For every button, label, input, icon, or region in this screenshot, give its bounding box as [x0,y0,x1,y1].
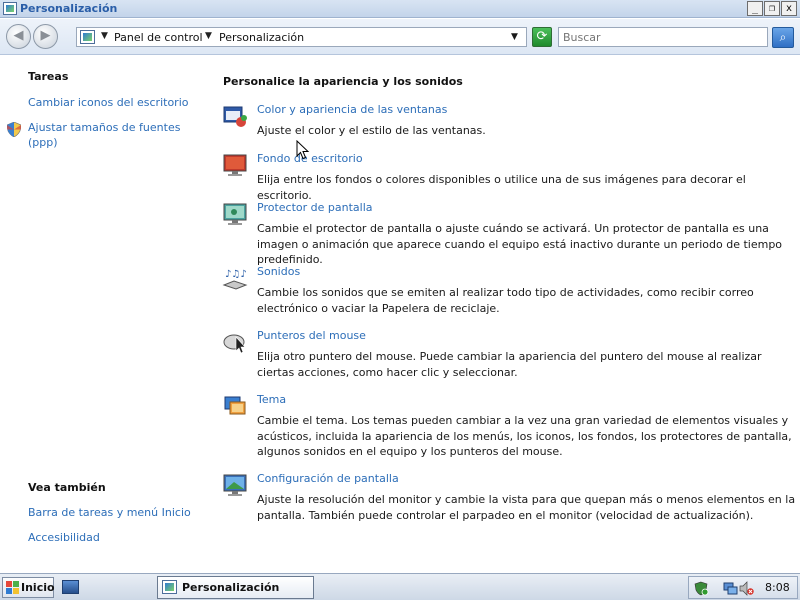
personalization-icon [162,580,177,594]
taskbar-start-menu-link[interactable]: Barra de tareas y menú Inicio [28,505,208,520]
search-button[interactable]: ⌕ [772,27,794,48]
close-button[interactable]: x [781,1,797,16]
system-tray: 8:08 [688,576,798,599]
mouse-pointers-link[interactable]: Punteros del mouse [257,329,366,342]
see-also-heading: Vea también [28,481,106,494]
svg-text:♪♫♪: ♪♫♪ [225,269,247,280]
mouse-pointer-icon [223,334,246,354]
adjust-font-size-link[interactable]: Ajustar tamaños de fuentes (ppp) [28,120,188,150]
taskbar: Inicio Personalización 8:08 [0,573,800,600]
item-description: Ajuste la resolución del monitor y cambi… [257,493,796,522]
maximize-button[interactable]: ❐ [764,1,780,16]
display-settings-icon [223,474,247,496]
main-content: Personalice la apariencia y los sonidos … [210,56,800,573]
security-shield-icon[interactable] [694,581,709,596]
window-color-icon [223,106,247,127]
address-toolbar: ◀ ▶ ▼ Panel de control ▼ Personalización… [0,19,800,55]
mouse-cursor-icon [296,140,310,160]
minimize-button[interactable]: _ [747,1,763,16]
item-description: Ajuste el color y el estilo de las venta… [257,124,486,137]
clock[interactable]: 8:08 [765,581,790,594]
search-input[interactable] [558,27,768,47]
windows-logo-icon [6,581,19,594]
window-title: Personalización [20,2,118,15]
volume-muted-icon[interactable] [739,581,754,596]
network-icon[interactable] [723,581,738,596]
tasks-panel: Tareas Cambiar iconos del escritorio Aju… [0,56,210,573]
refresh-button[interactable]: ⟳ [532,27,552,47]
address-field[interactable]: ▼ Panel de control ▼ Personalización ▼ [76,27,527,47]
start-label: Inicio [21,581,55,594]
screensaver-link[interactable]: Protector de pantalla [257,201,373,214]
show-desktop-icon[interactable] [62,580,79,594]
theme-icon [224,396,246,415]
personalization-icon [3,2,17,15]
accessibility-link[interactable]: Accesibilidad [28,530,100,545]
theme-link[interactable]: Tema [257,393,286,406]
breadcrumb-separator-icon[interactable]: ▼ [205,31,212,41]
taskbar-window-button[interactable]: Personalización [157,576,314,599]
title-bar: Personalización _ ❐ x [0,0,800,18]
item-description: Elija entre los fondos o colores disponi… [257,173,746,202]
item-description: Cambie el protector de pantalla o ajuste… [257,222,783,266]
item-description: Cambie el tema. Los temas pueden cambiar… [257,414,792,458]
forward-button[interactable]: ▶ [33,24,58,49]
breadcrumb-separator-icon[interactable]: ▼ [101,31,108,41]
back-button[interactable]: ◀ [6,24,31,49]
change-desktop-icons-link[interactable]: Cambiar iconos del escritorio [28,95,198,110]
start-button[interactable]: Inicio [2,577,55,598]
item-description: Cambie los sonidos que se emiten al real… [257,286,754,315]
screensaver-icon [223,203,247,225]
chevron-down-icon[interactable]: ▼ [511,32,518,42]
breadcrumb-personalization[interactable]: Personalización [219,31,304,44]
window-color-link[interactable]: Color y apariencia de las ventanas [257,103,447,116]
item-description: Elija otro puntero del mouse. Puede camb… [257,350,762,379]
page-title: Personalice la apariencia y los sonidos [223,75,463,88]
breadcrumb-control-panel[interactable]: Panel de control [114,31,203,44]
shield-icon [7,122,21,137]
tasks-heading: Tareas [28,70,69,83]
sounds-link[interactable]: Sonidos [257,265,300,278]
desktop-background-icon [223,154,247,176]
taskbar-window-label: Personalización [182,581,280,594]
display-settings-link[interactable]: Configuración de pantalla [257,472,399,485]
control-panel-icon [80,30,95,44]
sounds-icon: ♪♫♪ [222,269,248,290]
